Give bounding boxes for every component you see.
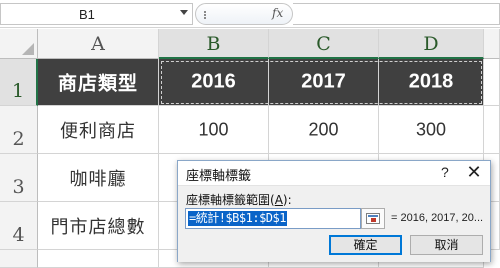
close-icon[interactable]: ✕ xyxy=(462,161,486,183)
cell-a2[interactable]: 便利商店 xyxy=(38,106,159,154)
cell-a5[interactable] xyxy=(38,250,159,268)
cell-a3-text: 咖啡廳 xyxy=(69,168,127,190)
row-header-1-label: 1 xyxy=(11,80,25,102)
range-label-accesskey: A xyxy=(274,193,283,207)
column-header-d[interactable]: D xyxy=(379,29,484,59)
insert-function-icon[interactable]: fx xyxy=(272,6,283,20)
select-all-icon xyxy=(22,43,34,55)
cell-d1-text: 2018 xyxy=(408,70,454,93)
row-header-5[interactable] xyxy=(0,250,38,268)
name-box[interactable]: B1 xyxy=(0,3,193,25)
row-header-2[interactable]: 2 xyxy=(0,106,38,154)
row-header-4-label: 4 xyxy=(12,224,25,246)
name-box-value: B1 xyxy=(79,7,95,22)
ok-button[interactable]: 確定 xyxy=(329,235,402,255)
formula-controls: fx xyxy=(195,3,293,25)
chevron-down-icon[interactable] xyxy=(180,10,188,15)
column-header-c[interactable]: C xyxy=(269,29,379,59)
cell-a3[interactable]: 咖啡廳 xyxy=(38,154,159,202)
formula-bar: B1 fx xyxy=(0,0,500,28)
row-header-4[interactable]: 4 xyxy=(0,202,38,250)
row-header-2-label: 2 xyxy=(12,128,25,150)
range-preview: = 2016, 2017, 20... xyxy=(391,212,484,224)
cell-c1[interactable]: 2017 xyxy=(269,59,379,106)
row-header-1[interactable]: 1 xyxy=(0,59,38,106)
dialog-body: 座標軸標籤範圍(A): =統計!$B$1:$D$1 = 2016, 2017, … xyxy=(178,185,490,262)
cell-d1[interactable]: 2018 xyxy=(379,59,484,106)
range-select-icon xyxy=(366,213,380,224)
cell-d2-text: 300 xyxy=(415,119,447,139)
collapse-dialog-button[interactable] xyxy=(361,208,385,229)
select-all-button[interactable] xyxy=(0,29,38,59)
drag-handle-icon[interactable] xyxy=(204,11,207,19)
row-header-3[interactable]: 3 xyxy=(0,154,38,202)
help-icon[interactable]: ? xyxy=(441,164,449,180)
cell-c2-text: 200 xyxy=(308,119,339,139)
cell-c2[interactable]: 200 xyxy=(269,106,379,154)
cell-e2[interactable] xyxy=(484,106,500,154)
axis-labels-dialog: 座標軸標籤 ? ✕ 座標軸標籤範圍(A): =統計!$B$1:$D$1 = 20… xyxy=(177,160,491,262)
range-label-end: ): xyxy=(282,193,292,207)
cell-a4[interactable]: 門市店總數 xyxy=(38,202,159,250)
axis-range-value: =統計!$B$1:$D$1 xyxy=(188,211,287,226)
cell-a1-text: 商店類型 xyxy=(57,72,138,95)
cancel-button[interactable]: 取消 xyxy=(410,235,483,255)
cell-a1[interactable]: 商店類型 xyxy=(38,59,159,106)
cell-b2-text: 100 xyxy=(198,119,229,139)
axis-range-input[interactable]: =統計!$B$1:$D$1 xyxy=(185,208,361,229)
column-header-b[interactable]: B xyxy=(159,29,269,59)
cell-b1-text: 2016 xyxy=(191,70,236,93)
formula-input[interactable] xyxy=(293,3,500,25)
dialog-title: 座標軸標籤 xyxy=(186,169,252,184)
cell-b2[interactable]: 100 xyxy=(159,106,269,154)
cell-a2-text: 便利商店 xyxy=(60,120,136,142)
cell-b1[interactable]: 2016 xyxy=(159,59,269,106)
range-label: 座標軸標籤範圍(A): xyxy=(186,191,292,208)
cell-e1[interactable] xyxy=(484,59,500,106)
column-header-e[interactable] xyxy=(484,29,500,59)
row-header-3-label: 3 xyxy=(12,176,25,198)
cell-d2[interactable]: 300 xyxy=(379,106,484,154)
cell-a4-text: 門市店總數 xyxy=(50,216,146,238)
column-header-a[interactable]: A xyxy=(38,29,159,59)
range-label-text: 座標軸標籤範圍( xyxy=(186,193,275,207)
cell-c1-text: 2017 xyxy=(301,70,346,93)
